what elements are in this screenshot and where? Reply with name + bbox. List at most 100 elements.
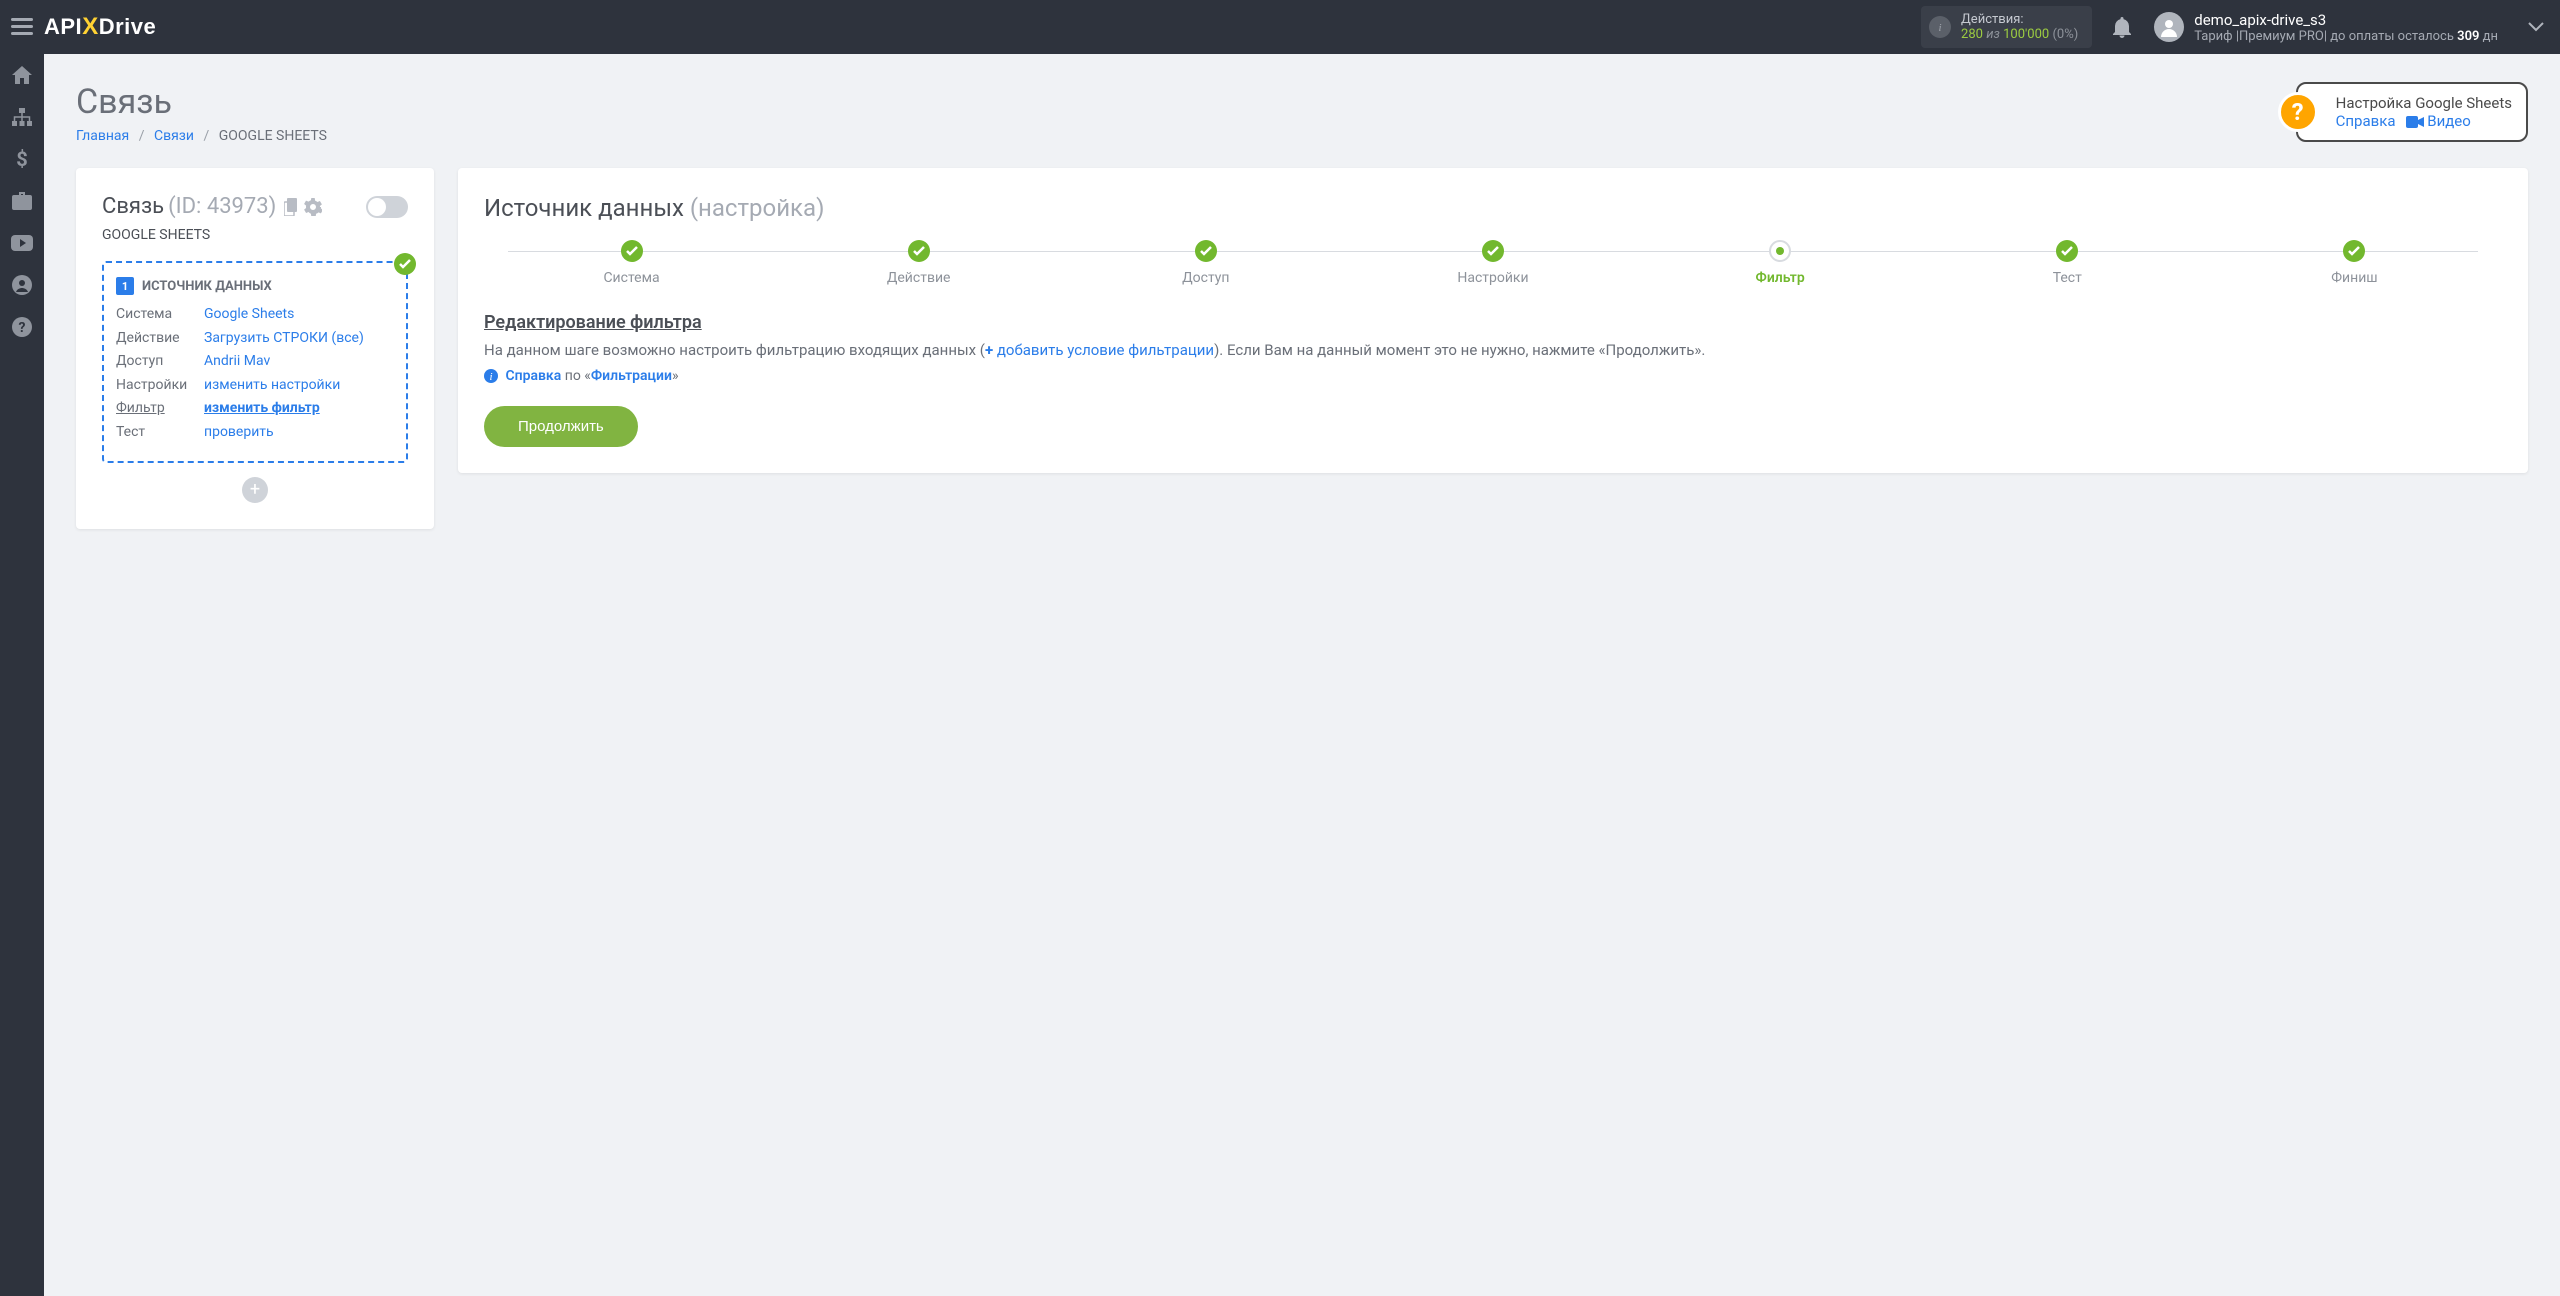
page-title: Связь (76, 82, 327, 122)
step-финиш[interactable]: Финиш (2211, 240, 2498, 286)
actions-pct: (0%) (2052, 27, 2078, 42)
menu-toggle-button[interactable] (0, 0, 44, 54)
actions-counter[interactable]: i Действия: 280 из 100'000 (0%) (1921, 6, 2092, 48)
hamburger-icon (11, 18, 33, 36)
nav-account[interactable] (0, 264, 44, 306)
breadcrumb-links[interactable]: Связи (154, 128, 194, 144)
source-row-value[interactable]: Google Sheets (204, 305, 294, 325)
step-система[interactable]: Система (488, 240, 775, 286)
step-тест[interactable]: Тест (1924, 240, 2211, 286)
filter-help-line: i Справка по «Фильтрации» (484, 368, 2502, 384)
source-row-key: Настройки (116, 376, 204, 396)
continue-button[interactable]: Продолжить (484, 406, 638, 447)
copy-icon[interactable] (284, 198, 300, 216)
source-row: ДоступAndrii Mav (116, 352, 394, 372)
source-row-value[interactable]: изменить фильтр (204, 399, 320, 419)
logo-x: X (82, 13, 99, 41)
source-row: ДействиеЗагрузить СТРОКИ (все) (116, 329, 394, 349)
actions-total: 100'000 (2003, 27, 2049, 42)
nav-video[interactable] (0, 222, 44, 264)
help-video-link[interactable]: Видео (2406, 112, 2471, 130)
check-icon (399, 259, 411, 269)
stepper: Система Действие Доступ НастройкиФильтр Тест… (484, 240, 2502, 286)
add-step-button[interactable]: + (242, 477, 268, 503)
user-icon (2159, 17, 2179, 37)
step-действие[interactable]: Действие (775, 240, 1062, 286)
svg-text:i: i (489, 371, 492, 383)
actions-of: из (1986, 27, 2000, 42)
gear-icon[interactable] (304, 198, 322, 216)
source-row-key: Система (116, 305, 204, 325)
notifications-button[interactable] (2112, 16, 2132, 38)
source-row-key: Тест (116, 423, 204, 443)
check-icon (1487, 246, 1499, 256)
filter-help-ref[interactable]: Справка (505, 368, 561, 384)
user-plan: Тариф |Премиум PRO| до оплаты осталось 3… (2194, 29, 2498, 44)
help-reference-link[interactable]: Справка (2336, 112, 2396, 130)
nav-home[interactable] (0, 54, 44, 96)
add-filter-condition-link[interactable]: добавить условие фильтрации (997, 341, 1214, 359)
source-row-key: Доступ (116, 352, 204, 372)
nav-business[interactable] (0, 180, 44, 222)
source-row-key: Действие (116, 329, 204, 349)
sitemap-icon (12, 108, 32, 126)
step-label: Тест (2053, 270, 2082, 286)
help-box: ? Настройка Google Sheets Справка Видео (2296, 82, 2528, 142)
step-label: Система (603, 270, 659, 286)
chevron-down-icon (2528, 22, 2544, 32)
step-доступ[interactable]: Доступ (1062, 240, 1349, 286)
step-circle (1769, 240, 1791, 262)
bell-icon (2112, 16, 2132, 38)
svg-text:i: i (1939, 22, 1942, 34)
check-icon (913, 246, 925, 256)
source-row-value[interactable]: изменить настройки (204, 376, 340, 396)
help-question-icon: ? (2278, 92, 2318, 132)
source-row-value[interactable]: проверить (204, 423, 274, 443)
main-content: Связь Главная / Связи / GOOGLE SHEETS ? … (44, 54, 2560, 557)
breadcrumb-current: GOOGLE SHEETS (219, 128, 327, 144)
user-menu-expand[interactable] (2528, 22, 2544, 32)
filter-description: На данном шаге возможно настроить фильтр… (484, 339, 2502, 362)
check-icon (626, 246, 638, 256)
step-label: Финиш (2331, 270, 2377, 286)
step-label: Доступ (1182, 270, 1229, 286)
logo-drive: Drive (99, 14, 157, 40)
user-menu[interactable]: demo_apix-drive_s3 Тариф |Премиум PRO| д… (2154, 11, 2498, 44)
connection-toggle[interactable] (366, 196, 408, 218)
step-настройки[interactable]: Настройки (1349, 240, 1636, 286)
video-icon (2406, 116, 2424, 128)
source-header: 1 ИСТОЧНИК ДАННЫХ (116, 277, 394, 295)
dollar-icon: $ (16, 149, 28, 169)
logo[interactable]: APIXDrive (44, 13, 156, 41)
source-number: 1 (116, 277, 134, 295)
source-row-key: Фильтр (116, 399, 204, 419)
check-badge (394, 253, 416, 275)
info-small-icon: i (484, 369, 498, 383)
nav-connections[interactable] (0, 96, 44, 138)
source-row-value[interactable]: Andrii Mav (204, 352, 270, 372)
avatar (2154, 12, 2184, 42)
breadcrumb-home[interactable]: Главная (76, 128, 129, 144)
source-row-value[interactable]: Загрузить СТРОКИ (все) (204, 329, 364, 349)
source-row: Настройкиизменить настройки (116, 376, 394, 396)
filter-card: Источник данных (настройка) СистемаДейст… (458, 168, 2528, 473)
youtube-icon (11, 235, 33, 251)
question-circle-icon: ? (12, 317, 32, 337)
connection-card: Связь (ID: 43973) GOOGLE SHEETS (76, 168, 434, 529)
nav-help[interactable]: ? (0, 306, 44, 348)
filter-help-link[interactable]: Фильтрации (591, 368, 672, 384)
sidebar: $ ? (0, 54, 44, 1296)
step-фильтр[interactable]: Фильтр (1637, 240, 1924, 286)
step-circle (621, 240, 643, 262)
nav-billing[interactable]: $ (0, 138, 44, 180)
breadcrumb: Главная / Связи / GOOGLE SHEETS (76, 128, 327, 144)
step-circle (908, 240, 930, 262)
source-row: СистемаGoogle Sheets (116, 305, 394, 325)
step-circle (2343, 240, 2365, 262)
help-title: Настройка Google Sheets (2336, 94, 2512, 112)
actions-label: Действия: (1961, 12, 2078, 27)
topbar: APIXDrive i Действия: 280 из 100'000 (0%… (0, 0, 2560, 54)
step-circle (1482, 240, 1504, 262)
svg-text:$: $ (16, 149, 27, 169)
user-name: demo_apix-drive_s3 (2194, 11, 2498, 29)
